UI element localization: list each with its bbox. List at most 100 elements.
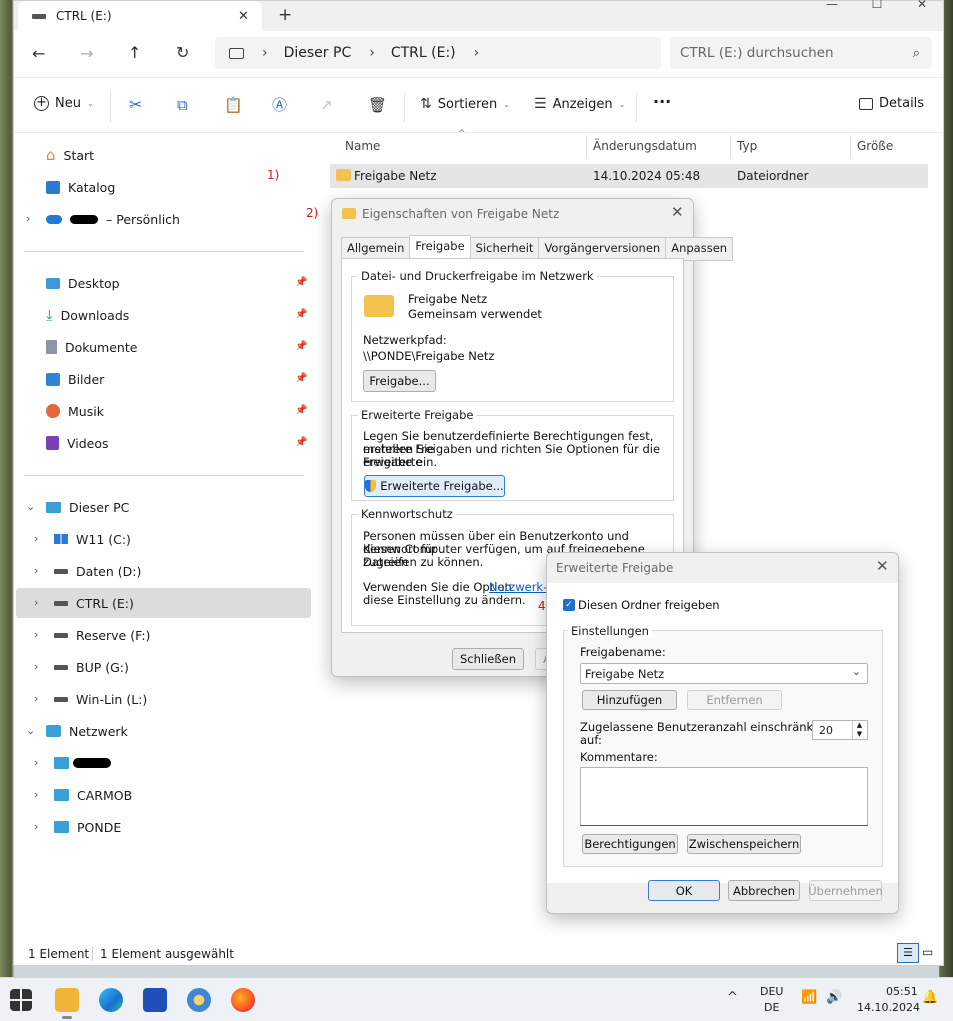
expand-chevron-icon[interactable]: ›	[34, 820, 38, 833]
expand-chevron-icon[interactable]: ›	[26, 212, 30, 225]
delete-icon[interactable]: 🗑	[368, 96, 387, 114]
table-row[interactable]: Freigabe Netz 14.10.2024 05:48 Dateiordn…	[330, 164, 928, 188]
close-icon[interactable]: ✕	[876, 557, 889, 575]
sidebar-item-drive-e[interactable]: CTRL (E:)	[54, 589, 134, 617]
minimize-button[interactable]: —	[809, 0, 855, 11]
sidebar-item-network-redacted[interactable]	[54, 749, 111, 777]
status-divider	[92, 947, 93, 961]
dialog-title: Erweiterte Freigabe	[556, 561, 674, 575]
clock-date[interactable]: 14.10.2024	[857, 1001, 920, 1014]
edge-browser-icon[interactable]	[99, 988, 123, 1012]
comments-textarea[interactable]	[580, 767, 868, 826]
sidebar-item-network[interactable]: Netzwerk	[46, 717, 128, 745]
expand-chevron-icon[interactable]: ›	[34, 628, 38, 641]
clock-time[interactable]: 05:51	[886, 985, 918, 998]
collapse-chevron-icon[interactable]: ⌄	[26, 500, 35, 513]
sidebar-item-drive-f[interactable]: Reserve (F:)	[54, 621, 150, 649]
tiles-view-icon[interactable]: ▭	[922, 945, 933, 959]
pin-icon: 📌	[295, 277, 308, 288]
share-folder-checkbox[interactable]: ✓	[563, 599, 575, 611]
drive-icon	[32, 13, 46, 19]
sidebar-item-musik[interactable]: Musik	[46, 397, 104, 425]
sidebar-item-start[interactable]: ⌂ Start	[46, 141, 94, 169]
sort-button[interactable]: ⇅ Sortieren ⌄	[420, 96, 510, 112]
file-explorer-icon[interactable]	[55, 988, 79, 1012]
back-arrow-icon[interactable]: ←	[32, 44, 45, 63]
share-folder-label[interactable]: Diesen Ordner freigeben	[578, 599, 720, 612]
search-input[interactable]: CTRL (E:) durchsuchen ⌕	[670, 37, 932, 69]
sidebar-item-this-pc[interactable]: Dieser PC	[46, 493, 129, 521]
expand-chevron-icon[interactable]: ›	[34, 564, 38, 577]
tray-overflow-chevron-icon[interactable]: ^	[727, 990, 738, 1005]
sidebar-item-drive-l[interactable]: Win-Lin (L:)	[54, 685, 147, 713]
settings-app-icon[interactable]	[187, 988, 211, 1012]
permissions-button[interactable]: Berechtigungen	[582, 834, 678, 854]
wifi-icon[interactable]: 📶	[801, 990, 817, 1005]
add-button[interactable]: Hinzufügen	[582, 690, 677, 710]
more-options-button[interactable]: ···	[653, 92, 671, 111]
cancel-button[interactable]: Abbrechen	[728, 880, 800, 901]
breadcrumb-ctrl-e[interactable]: CTRL (E:)	[391, 45, 456, 61]
column-size[interactable]: Größe	[857, 139, 893, 153]
up-arrow-icon[interactable]: ↑	[128, 43, 141, 62]
firefox-icon[interactable]	[231, 988, 255, 1012]
close-icon[interactable]: ✕	[671, 203, 684, 221]
expand-chevron-icon[interactable]: ›	[34, 788, 38, 801]
sidebar-item-carmob[interactable]: CARMOB	[54, 781, 132, 809]
expand-chevron-icon[interactable]: ›	[34, 660, 38, 673]
navigation-pane: ⌂ Start Katalog › – Persönlich Desktop 📌…	[14, 133, 316, 941]
sidebar-item-dokumente[interactable]: Dokumente	[46, 333, 137, 361]
caching-button[interactable]: Zwischenspeichern	[687, 834, 801, 854]
column-date[interactable]: Änderungsdatum	[593, 139, 697, 153]
new-tab-button[interactable]: +	[278, 5, 292, 25]
sidebar-item-ponde[interactable]: PONDE	[54, 813, 121, 841]
share-name-select[interactable]: Freigabe Netz ⌄	[580, 663, 868, 684]
cut-icon[interactable]: ✂	[129, 96, 142, 114]
user-limit-stepper[interactable]: 20 ▲ ▼	[812, 720, 868, 740]
share-button[interactable]: Freigabe...	[363, 370, 436, 392]
breadcrumb-this-pc[interactable]: Dieser PC	[284, 45, 352, 61]
tab-close-icon[interactable]: ✕	[238, 9, 249, 24]
rename-icon[interactable]: Ⓐ	[272, 96, 287, 114]
details-view-icon[interactable]: ☰	[897, 943, 919, 963]
keyboard-layout[interactable]: DE	[764, 1001, 779, 1014]
sidebar-item-katalog[interactable]: Katalog	[46, 173, 115, 201]
collapse-chevron-icon[interactable]: ⌄	[26, 724, 35, 737]
sidebar-item-videos[interactable]: Videos	[46, 429, 109, 457]
expand-chevron-icon[interactable]: ›	[34, 596, 38, 609]
tab-freigabe[interactable]: Freigabe	[409, 235, 471, 259]
stepper-up-icon[interactable]: ▲	[852, 721, 866, 730]
expand-chevron-icon[interactable]: ›	[34, 756, 38, 769]
details-button[interactable]: Details	[859, 96, 924, 111]
sidebar-item-onedrive[interactable]: – Persönlich	[46, 205, 180, 233]
volume-icon[interactable]: 🔊	[826, 990, 842, 1005]
start-button-icon[interactable]	[10, 989, 32, 1011]
maximize-button[interactable]: ☐	[854, 0, 900, 11]
address-bar[interactable]: › Dieser PC › CTRL (E:) ›	[215, 37, 661, 69]
notification-bell-icon[interactable]: 🔔	[922, 990, 938, 1005]
sidebar-item-drive-c[interactable]: W11 (C:)	[54, 525, 131, 553]
refresh-icon[interactable]: ↻	[176, 43, 189, 62]
copy-icon[interactable]: ⧉	[177, 96, 188, 114]
ok-button[interactable]: OK	[648, 880, 720, 901]
language-indicator[interactable]: DEU	[760, 985, 783, 998]
sidebar-item-bilder[interactable]: Bilder	[46, 365, 104, 393]
sidebar-item-desktop[interactable]: Desktop	[46, 269, 120, 297]
column-type[interactable]: Typ	[737, 139, 757, 153]
close-button[interactable]: Schließen	[452, 648, 524, 670]
advanced-sharing-button[interactable]: Erweiterte Freigabe...	[364, 475, 505, 497]
new-button[interactable]: + Neu ⌄	[34, 96, 94, 111]
stepper-down-icon[interactable]: ▼	[852, 730, 866, 739]
tab-ctrl-e[interactable]: CTRL (E:) ✕	[18, 1, 262, 31]
store-icon[interactable]	[143, 988, 167, 1012]
column-name[interactable]: Name	[345, 139, 380, 153]
sidebar-item-drive-d[interactable]: Daten (D:)	[54, 557, 141, 585]
expand-chevron-icon[interactable]: ›	[34, 692, 38, 705]
sidebar-item-drive-g[interactable]: BUP (G:)	[54, 653, 129, 681]
forward-arrow-icon[interactable]: →	[80, 44, 93, 63]
drive-icon	[54, 664, 68, 670]
view-button[interactable]: ☰ Anzeigen ⌄	[534, 96, 625, 112]
sidebar-item-downloads[interactable]: ⤓ Downloads	[46, 301, 129, 329]
expand-chevron-icon[interactable]: ›	[34, 532, 38, 545]
close-window-button[interactable]: ✕	[899, 0, 945, 11]
